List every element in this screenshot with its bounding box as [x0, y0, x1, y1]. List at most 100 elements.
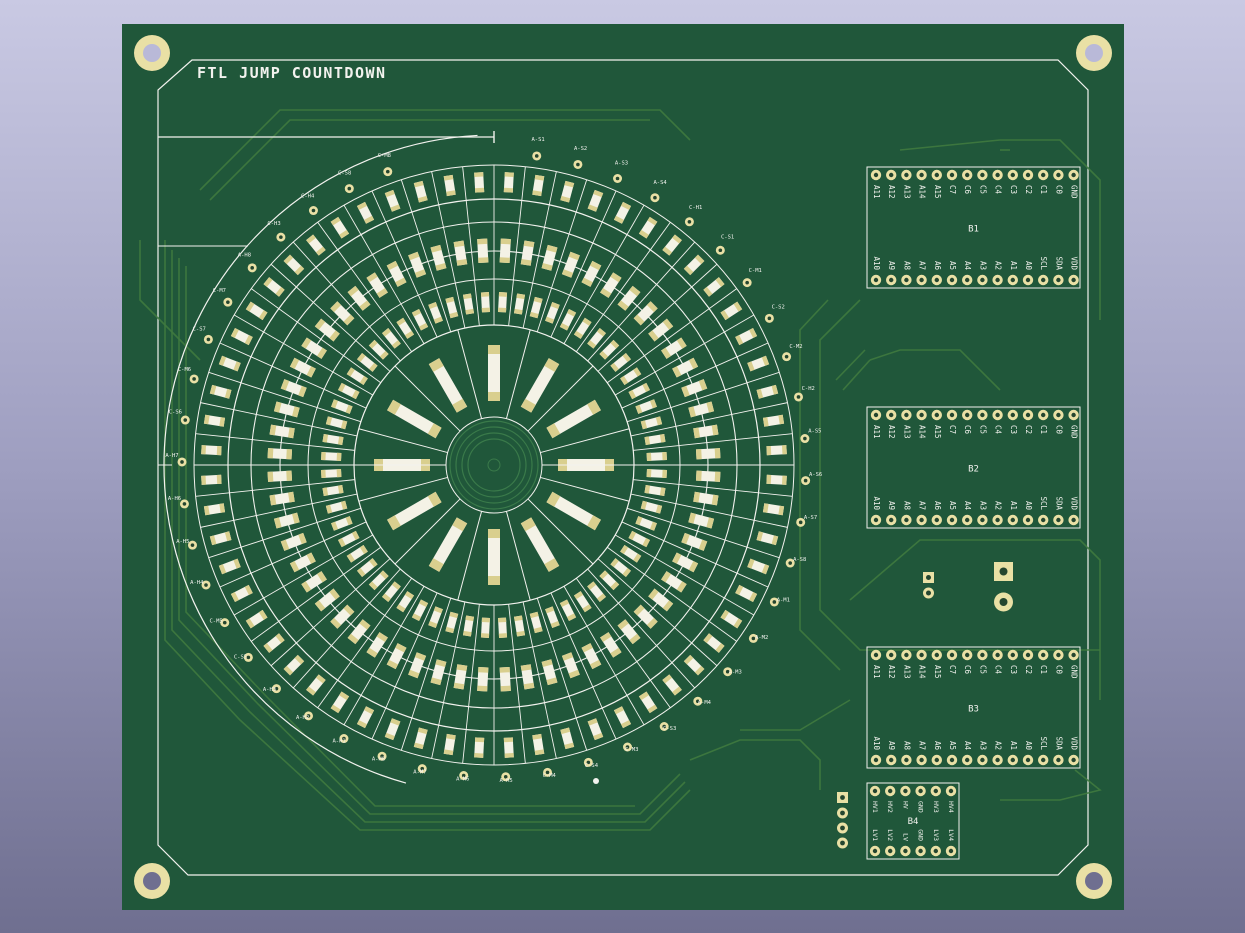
- header-pin-hole: [873, 277, 879, 283]
- testpoint-label: C-S1: [721, 234, 734, 240]
- minutes-ring-led: [267, 470, 293, 482]
- header-pin-hole: [934, 517, 939, 523]
- header-pin-label: A12: [887, 425, 896, 439]
- header-pin-hole: [995, 412, 1000, 418]
- level-shifter-pin-label: LV1: [871, 829, 879, 841]
- header-pin-label: VDD: [1070, 496, 1079, 510]
- header-pin-hole: [1056, 517, 1061, 523]
- seconds-ring-led-pad: [766, 474, 772, 485]
- seconds-ring-led: [766, 445, 787, 456]
- testpoint-hole: [745, 280, 749, 285]
- minutes-ring-led-pad: [286, 470, 293, 481]
- header-pin-label: C0: [1054, 425, 1063, 435]
- header-pin-label: A9: [887, 501, 896, 510]
- testpoint-hole: [347, 186, 352, 191]
- testpoint-label: C-M3: [625, 747, 638, 753]
- header-pin-hole: [919, 412, 924, 418]
- header-pin-label: C7: [948, 665, 957, 674]
- header-pin-label: A12: [887, 665, 896, 679]
- testpoint-hole: [206, 337, 211, 342]
- level-shifter-pin-label: GND: [917, 801, 925, 813]
- seconds-ring-led-pad: [474, 187, 485, 193]
- testpoint-label: A-S2: [574, 146, 587, 152]
- testpoint-label: A-H4: [190, 580, 204, 586]
- header-pin-hole: [980, 277, 985, 283]
- header-pin-label: C7: [948, 425, 957, 434]
- header-pin-label: A11: [872, 665, 881, 679]
- header-pin-label: A15: [933, 425, 942, 439]
- header-pin-label: A6: [933, 741, 942, 751]
- level-shifter-pin-label: HV4: [947, 801, 955, 813]
- header-pin-hole: [873, 412, 879, 418]
- testpoint-hole: [653, 195, 657, 200]
- header-pin-label: A4: [963, 741, 972, 751]
- testpoint-label: C-M2: [789, 344, 802, 350]
- header-pin-hole: [980, 172, 985, 178]
- header-pin-label: A13: [902, 665, 911, 679]
- header-pin-hole: [1071, 412, 1076, 418]
- board-title: FTL JUMP COUNTDOWN: [197, 64, 387, 82]
- minutes-inner-led-pad: [321, 469, 326, 479]
- header-pin-hole: [1010, 172, 1015, 178]
- seconds-ring-led-pad: [201, 475, 207, 485]
- header-pin-label: C4: [994, 185, 1003, 195]
- testpoint-label: C-S3: [663, 726, 676, 732]
- level-shifter-pin-hole: [903, 848, 908, 854]
- seconds-ring-led-pad: [216, 445, 222, 456]
- header-pin-hole: [1025, 277, 1031, 283]
- testpoint-label: C-S2: [772, 305, 785, 311]
- minutes-ring-led-pad: [714, 448, 721, 459]
- testpoint-hole: [784, 354, 789, 359]
- seconds-ring-led-pad: [503, 737, 514, 743]
- testpoint-hole: [192, 377, 196, 381]
- testpoint-hole: [222, 620, 227, 625]
- header-pin-hole: [949, 517, 955, 523]
- header-pin-hole: [904, 172, 909, 178]
- level-shifter-pin-hole: [933, 788, 938, 794]
- testpoint-hole: [615, 176, 620, 181]
- header-pin-hole: [1041, 412, 1046, 418]
- level-shifter-pin-hole: [872, 788, 878, 794]
- header-pin-hole: [1025, 172, 1031, 178]
- level-shifter-pin-label: LV2: [886, 829, 894, 841]
- level-shifter-pin-hole: [933, 848, 938, 854]
- header-pin-hole: [1071, 277, 1076, 283]
- header-pin-label: A15: [933, 185, 942, 199]
- header-pin-label: A14: [918, 665, 927, 679]
- minutes-ring-led-pad: [500, 238, 511, 245]
- mounting-hole-top-left: [134, 35, 170, 71]
- hour-led-pad: [488, 392, 500, 401]
- testpoint-label: C-M5: [209, 619, 222, 625]
- testpoint-hole: [687, 219, 692, 224]
- level-shifter-pin-label: HV: [901, 801, 909, 809]
- minutes-ring-led-pad: [477, 238, 488, 245]
- testpoint-hole: [279, 235, 283, 239]
- level-shifter-pin-label: LV4: [947, 829, 955, 841]
- header-pin-hole: [1056, 757, 1061, 763]
- header-pin-hole: [904, 757, 909, 763]
- header-pin-hole: [995, 517, 1000, 523]
- header-pin-label: C6: [963, 185, 972, 195]
- hour-led-pad: [488, 529, 500, 538]
- testpoint-label: A-S4: [653, 180, 667, 186]
- header-pin-label: C5: [978, 665, 987, 674]
- header-pin-hole: [889, 172, 894, 178]
- seconds-ring-led-pad: [474, 752, 484, 758]
- header-pin-label: A8: [902, 741, 911, 751]
- header-pin-hole: [1071, 172, 1076, 178]
- header-pin-hole: [1025, 517, 1031, 523]
- header-pin-hole: [1010, 652, 1015, 658]
- testpoint-label: A-H1: [332, 738, 345, 744]
- level-shifter-pin-label: HV2: [886, 801, 894, 813]
- header-pin-hole: [1025, 652, 1031, 658]
- seconds-ring-led-pad: [474, 172, 484, 178]
- level-shifter-pin-label: GND: [917, 829, 925, 841]
- header-pin-label: A14: [918, 425, 927, 439]
- header-pin-hole: [1041, 517, 1046, 523]
- seconds-ring-led: [766, 474, 787, 485]
- minutes-inner-led: [646, 469, 667, 479]
- testpoint-label: A-S5: [808, 429, 821, 435]
- header-pin-label: A2: [994, 261, 1003, 270]
- testpoint-label: A-H5: [499, 778, 512, 784]
- testpoint-hole: [183, 418, 188, 422]
